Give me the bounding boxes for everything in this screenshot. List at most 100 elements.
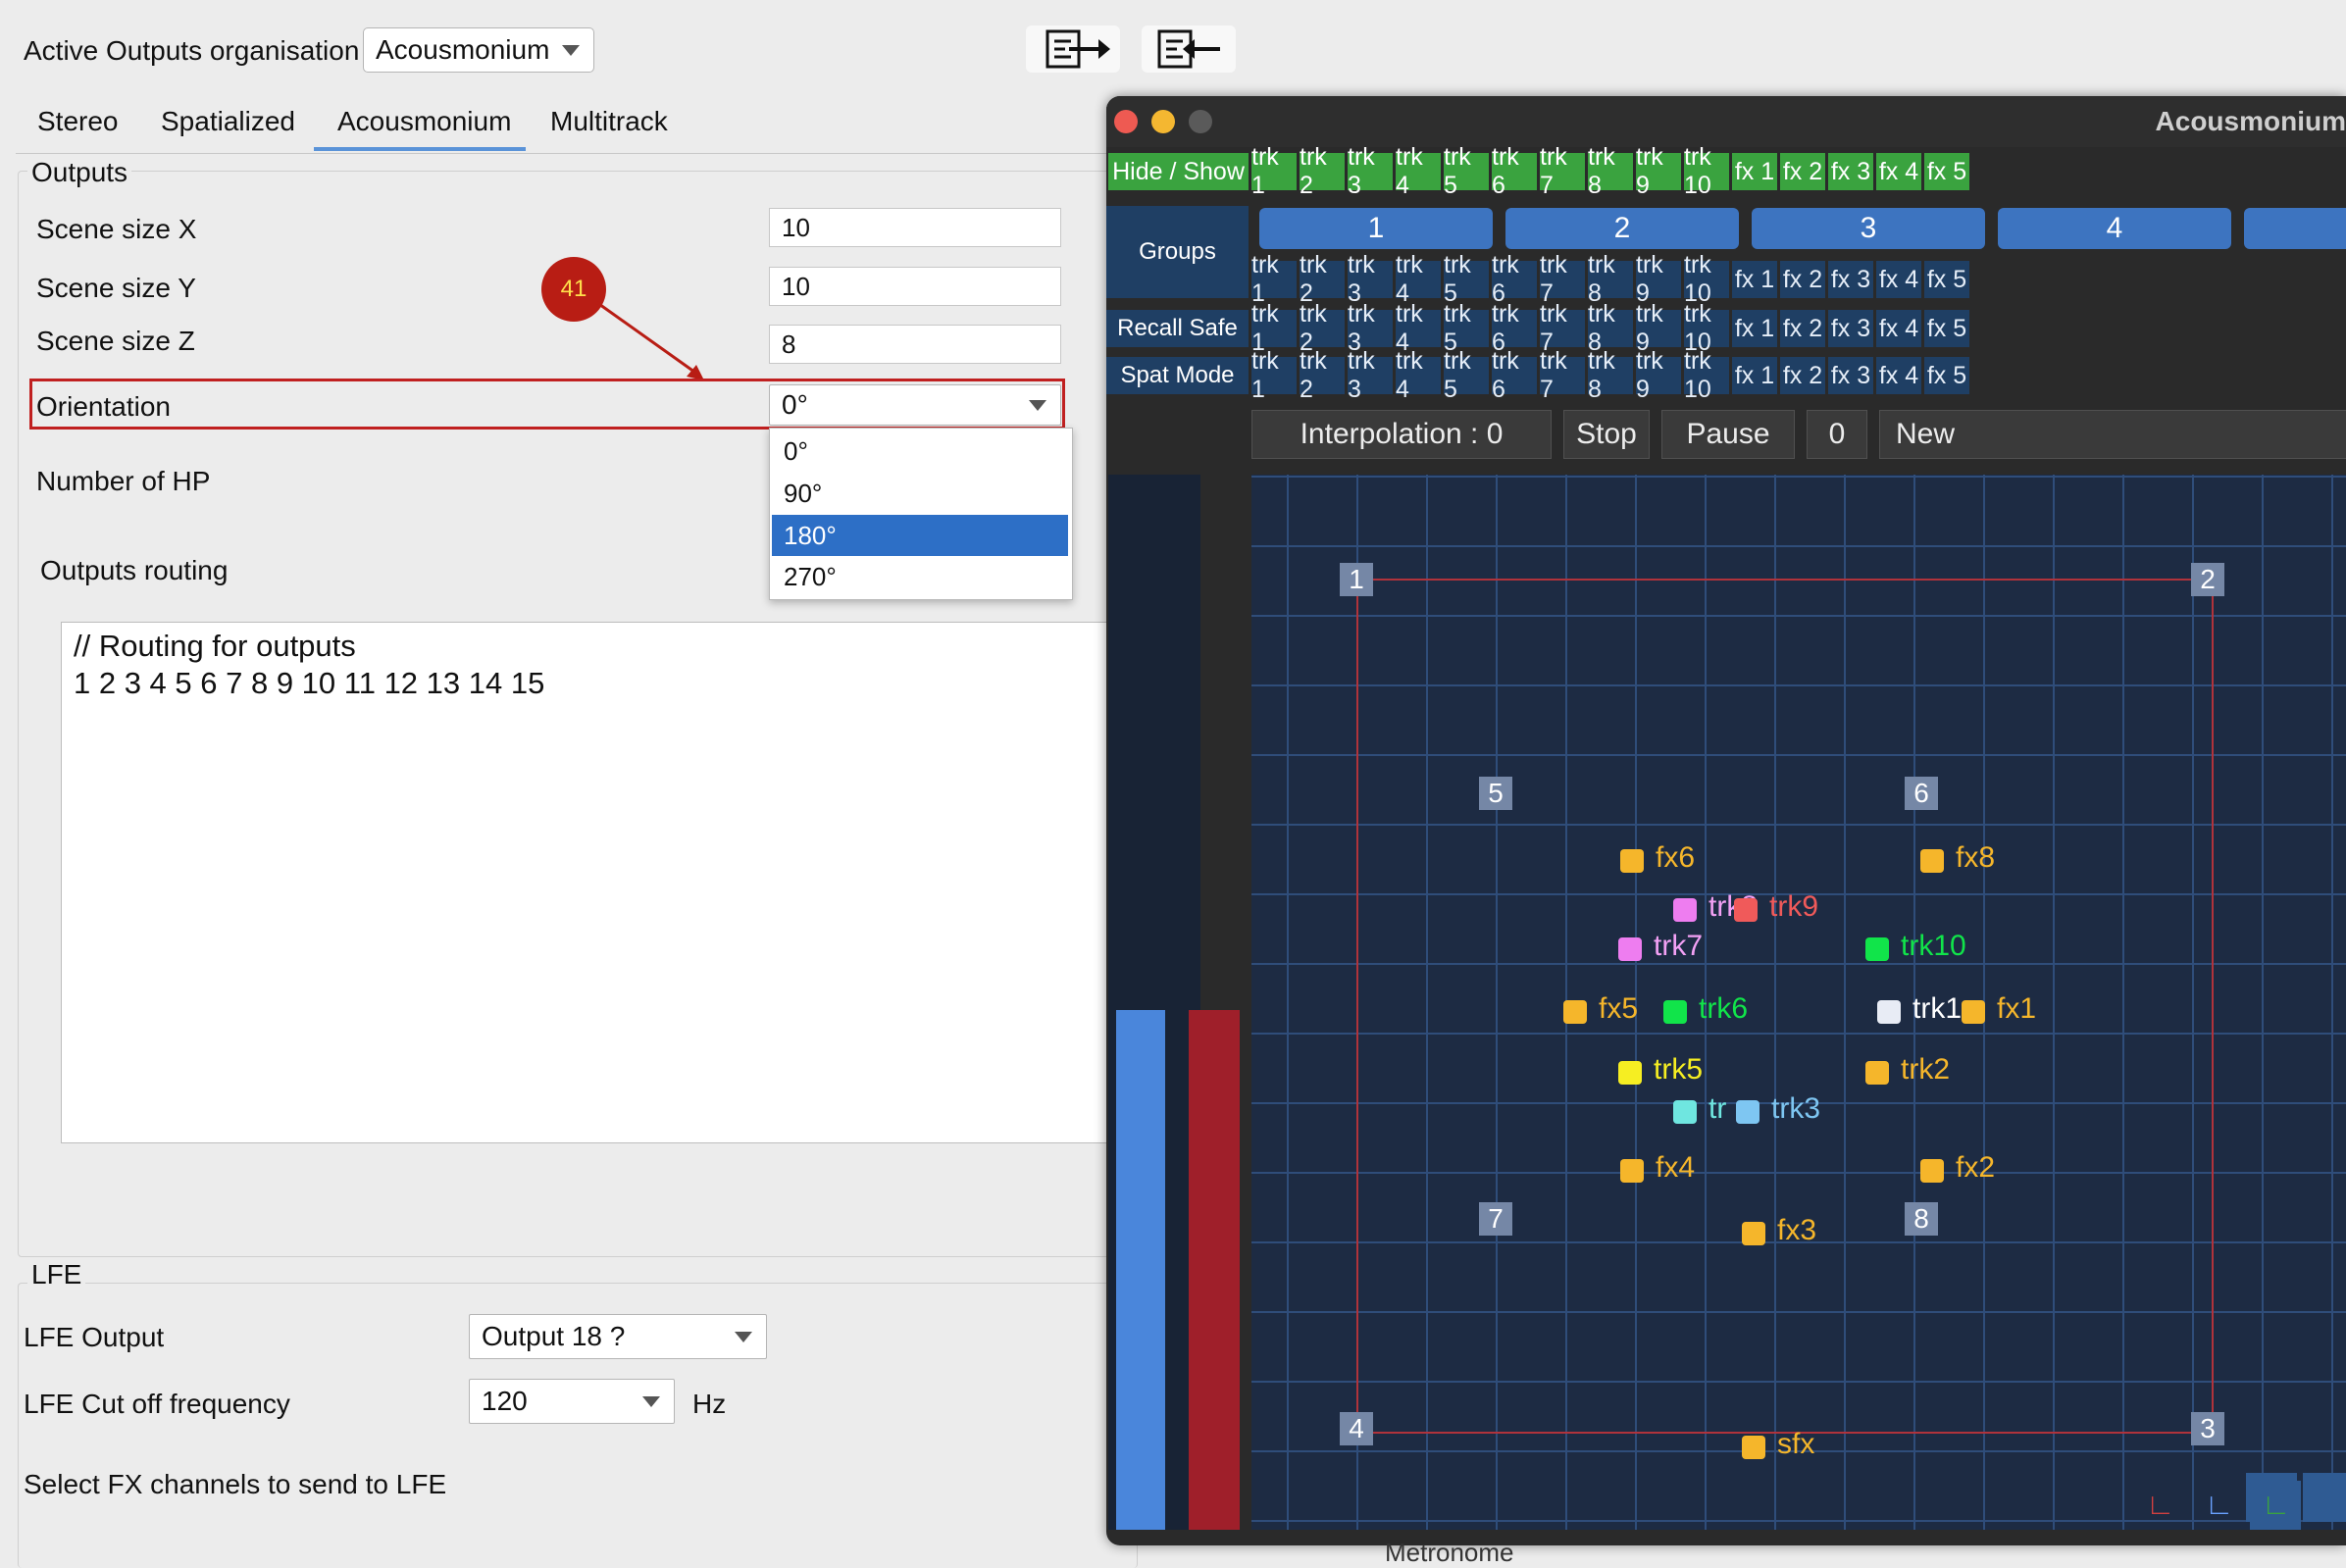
speaker-1[interactable]: 1 (1340, 563, 1373, 596)
new-button[interactable]: New (1879, 410, 2346, 459)
spat-mode-fx4[interactable]: fx 4 (1876, 357, 1921, 394)
close-window-button[interactable] (1114, 110, 1138, 133)
hide-show-trk6[interactable]: trk 6 (1492, 143, 1537, 199)
speaker-4[interactable]: 4 (1340, 1412, 1373, 1445)
spat-mode-trk9[interactable]: trk 9 (1636, 347, 1681, 403)
speaker-2[interactable]: 2 (2191, 563, 2224, 596)
recall-safe-trk3[interactable]: trk 3 (1348, 300, 1393, 356)
recall-safe-trk4[interactable]: trk 4 (1396, 300, 1441, 356)
speaker-5[interactable]: 5 (1479, 777, 1512, 810)
scene-size-z-input[interactable]: 8 (769, 325, 1061, 364)
speaker-6[interactable]: 6 (1905, 777, 1938, 810)
tab-spatialized[interactable]: Spatialized (161, 106, 295, 137)
recall-safe-fx4[interactable]: fx 4 (1876, 310, 1921, 347)
stop-button[interactable]: Stop (1563, 410, 1650, 459)
source-marker-sfx[interactable] (1742, 1436, 1765, 1459)
zoom-window-button[interactable] (1189, 110, 1212, 133)
source-marker-fx6[interactable] (1620, 849, 1644, 873)
orientation-option-270[interactable]: 270° (784, 562, 837, 592)
spat-mode-trk6[interactable]: trk 6 (1492, 347, 1537, 403)
pause-button[interactable]: Pause (1661, 410, 1795, 459)
lfe-cut-select[interactable]: 120 (469, 1379, 675, 1424)
source-marker-trk2[interactable] (1865, 1061, 1889, 1085)
recall-safe-fx5[interactable]: fx 5 (1924, 310, 1969, 347)
source-marker-trk1[interactable] (1877, 1000, 1901, 1024)
speaker-7[interactable]: 7 (1479, 1202, 1512, 1236)
recall-safe-trk9[interactable]: trk 9 (1636, 300, 1681, 356)
group-button-1[interactable]: 1 (1259, 208, 1493, 249)
source-marker-trk3[interactable] (1736, 1100, 1760, 1124)
group-assign-trk5[interactable]: trk 5 (1444, 251, 1489, 307)
orientation-option-90[interactable]: 90° (784, 479, 822, 509)
counter-field[interactable]: 0 (1807, 410, 1867, 459)
group-button-4[interactable]: 4 (1998, 208, 2231, 249)
spat-mode-trk3[interactable]: trk 3 (1348, 347, 1393, 403)
spat-mode-trk5[interactable]: trk 5 (1444, 347, 1489, 403)
recall-safe-trk5[interactable]: trk 5 (1444, 300, 1489, 356)
hide-show-fx2[interactable]: fx 2 (1780, 153, 1825, 190)
source-marker-fx2[interactable] (1920, 1159, 1944, 1183)
recall-safe-fx1[interactable]: fx 1 (1732, 310, 1777, 347)
group-assign-trk10[interactable]: trk 10 (1684, 251, 1729, 307)
spat-mode-trk2[interactable]: trk 2 (1300, 347, 1345, 403)
hide-show-trk5[interactable]: trk 5 (1444, 143, 1489, 199)
recall-safe-fx2[interactable]: fx 2 (1780, 310, 1825, 347)
group-assign-fx1[interactable]: fx 1 (1732, 261, 1777, 298)
group-assign-fx2[interactable]: fx 2 (1780, 261, 1825, 298)
group-assign-fx3[interactable]: fx 3 (1828, 261, 1873, 298)
group-assign-trk9[interactable]: trk 9 (1636, 251, 1681, 307)
spatial-grid[interactable] (1251, 475, 2346, 1530)
source-marker-fx4[interactable] (1620, 1159, 1644, 1183)
hide-show-fx5[interactable]: fx 5 (1924, 153, 1969, 190)
source-marker-fx5[interactable] (1563, 1000, 1587, 1024)
group-assign-trk6[interactable]: trk 6 (1492, 251, 1537, 307)
minimize-window-button[interactable] (1151, 110, 1175, 133)
group-assign-fx5[interactable]: fx 5 (1924, 261, 1969, 298)
source-marker-fx8[interactable] (1920, 849, 1944, 873)
spat-mode-fx2[interactable]: fx 2 (1780, 357, 1825, 394)
recall-safe-trk6[interactable]: trk 6 (1492, 300, 1537, 356)
hide-show-trk1[interactable]: trk 1 (1251, 143, 1297, 199)
hide-show-trk8[interactable]: trk 8 (1588, 143, 1633, 199)
orientation-option-180[interactable]: 180° (784, 521, 837, 551)
source-marker-trk10[interactable] (1865, 937, 1889, 961)
spat-mode-trk8[interactable]: trk 8 (1588, 347, 1633, 403)
orientation-select[interactable]: 0° (769, 384, 1061, 426)
recall-safe-trk10[interactable]: trk 10 (1684, 300, 1729, 356)
spat-mode-trk1[interactable]: trk 1 (1251, 347, 1297, 403)
hide-show-trk7[interactable]: trk 7 (1540, 143, 1585, 199)
lfe-output-select[interactable]: Output 18 ? (469, 1314, 767, 1359)
recall-safe-trk2[interactable]: trk 2 (1300, 300, 1345, 356)
source-marker-trk5[interactable] (1618, 1061, 1642, 1085)
scene-size-y-input[interactable]: 10 (769, 267, 1061, 306)
hide-show-fx1[interactable]: fx 1 (1732, 153, 1777, 190)
group-assign-trk8[interactable]: trk 8 (1588, 251, 1633, 307)
recall-safe-trk8[interactable]: trk 8 (1588, 300, 1633, 356)
source-marker-trk6[interactable] (1663, 1000, 1687, 1024)
group-button-3[interactable]: 3 (1752, 208, 1985, 249)
hide-show-trk3[interactable]: trk 3 (1348, 143, 1393, 199)
group-assign-trk4[interactable]: trk 4 (1396, 251, 1441, 307)
source-marker-fx1[interactable] (1962, 1000, 1985, 1024)
orientation-option-0[interactable]: 0° (784, 436, 808, 467)
spat-mode-trk10[interactable]: trk 10 (1684, 347, 1729, 403)
tab-acousmonium[interactable]: Acousmonium (337, 106, 511, 137)
export-button[interactable] (1026, 25, 1120, 73)
hide-show-trk4[interactable]: trk 4 (1396, 143, 1441, 199)
active-outputs-select[interactable]: Acousmonium (363, 27, 594, 73)
hide-show-trk9[interactable]: trk 9 (1636, 143, 1681, 199)
tab-multitrack[interactable]: Multitrack (550, 106, 668, 137)
source-marker-fx3[interactable] (1742, 1222, 1765, 1245)
source-marker-trk7[interactable] (1618, 937, 1642, 961)
source-marker-trk8[interactable] (1673, 898, 1697, 922)
spat-mode-fx3[interactable]: fx 3 (1828, 357, 1873, 394)
group-assign-trk1[interactable]: trk 1 (1251, 251, 1297, 307)
group-assign-trk7[interactable]: trk 7 (1540, 251, 1585, 307)
interpolation-field[interactable]: Interpolation : 0 (1251, 410, 1552, 459)
spat-mode-trk4[interactable]: trk 4 (1396, 347, 1441, 403)
group-assign-trk3[interactable]: trk 3 (1348, 251, 1393, 307)
spat-mode-fx1[interactable]: fx 1 (1732, 357, 1777, 394)
group-button-2[interactable]: 2 (1505, 208, 1739, 249)
hide-show-trk10[interactable]: trk 10 (1684, 143, 1729, 199)
group-assign-trk2[interactable]: trk 2 (1300, 251, 1345, 307)
